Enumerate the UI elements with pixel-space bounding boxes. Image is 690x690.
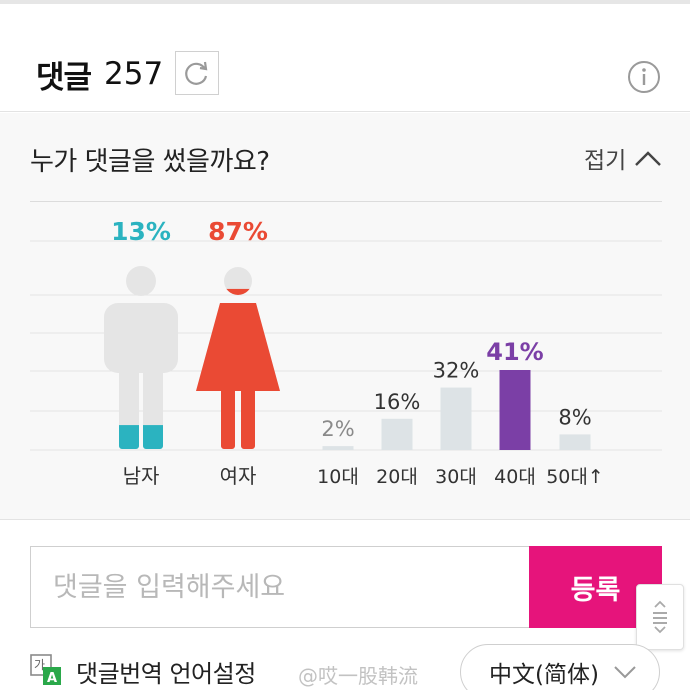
female-figure-level [196, 288, 280, 449]
watermark: @哎一股韩流 [298, 664, 418, 688]
comments-title: 댓글 [36, 60, 92, 96]
gender-percent-label: 13% [111, 217, 171, 246]
age-category-label: 30대 [435, 466, 477, 488]
age-category-label: 50대↑ [546, 466, 604, 488]
translate-icon: 가 A [30, 654, 61, 686]
age-category-label: 40대 [494, 466, 536, 488]
male-figure-level [104, 425, 178, 449]
drag-handle-icon [653, 600, 667, 634]
male-figure [104, 266, 178, 449]
gender-category-label: 남자 [123, 464, 160, 488]
translate-row: 가 A 댓글번역 언어설정 @哎一股韩流 中文(简体) [0, 640, 690, 690]
info-button[interactable] [627, 60, 661, 94]
info-icon [628, 61, 660, 93]
refresh-icon [185, 61, 208, 85]
age-percent-label: 32% [433, 359, 480, 383]
age-bar [322, 446, 354, 450]
age-bar [499, 370, 531, 450]
age-percent-label: 16% [374, 390, 421, 414]
comment-input[interactable] [31, 547, 529, 627]
demographics-chart: 13% 87% 남자 여자 2% 10대 16% 20대 32% 30대 41% 40대 8% 50대↑ [30, 217, 662, 488]
age-percent-label: 8% [558, 405, 591, 429]
male-figure-fill [104, 266, 178, 449]
chevron-down-icon [614, 666, 636, 679]
age-bar [559, 434, 591, 450]
svg-text:A: A [47, 671, 57, 686]
age-bar [440, 387, 472, 450]
translate-label: 댓글번역 언어설정 [76, 660, 256, 688]
language-select-value: 中文(简体) [489, 662, 599, 688]
age-category-label: 20대 [376, 466, 418, 488]
age-percent-label: 2% [321, 417, 354, 441]
male-figure-base [104, 266, 178, 449]
gender-percent-label: 87% [208, 217, 268, 246]
demographics-panel: 누가 댓글을 썼을까요? 접기 13% 87% 남자 여자 2% 10대 16% 20대 32%… [0, 113, 690, 520]
female-figure [196, 267, 280, 449]
refresh-button[interactable] [175, 51, 219, 95]
gender-category-label: 여자 [220, 464, 257, 488]
age-percent-label: 41% [486, 338, 543, 366]
comments-count: 257 [104, 56, 164, 92]
comments-header: 댓글 257 [0, 4, 690, 112]
language-select[interactable]: 中文(简体) [460, 644, 660, 690]
comment-input-row: 등록 [30, 546, 662, 628]
age-category-label: 10대 [317, 466, 359, 488]
female-figure-fill [196, 267, 280, 449]
age-bar [381, 418, 413, 450]
